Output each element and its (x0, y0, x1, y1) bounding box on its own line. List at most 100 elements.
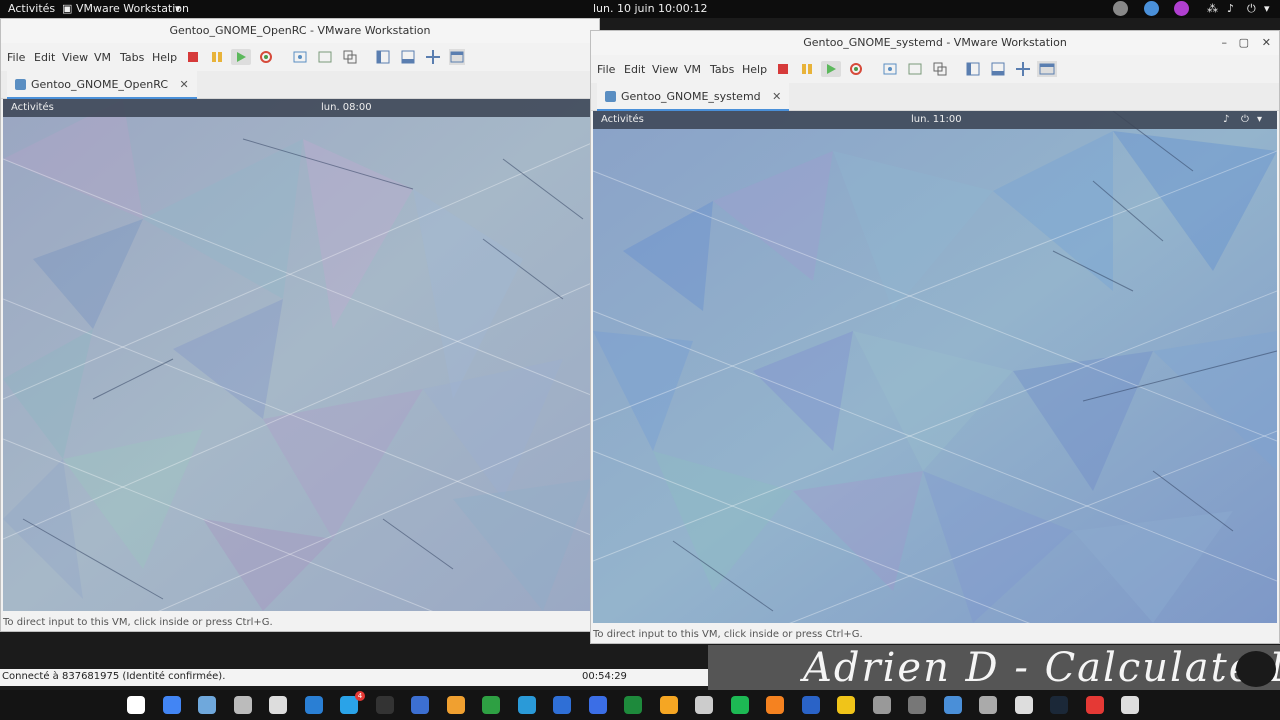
writer-icon[interactable] (553, 696, 571, 714)
guest-activities-button[interactable]: Activités (11, 102, 54, 113)
clock[interactable]: lun. 10 juin 10:00:12 (593, 2, 707, 15)
app-grid-icon[interactable] (1121, 696, 1139, 714)
power-icon[interactable]: ⏻ (1241, 114, 1249, 125)
media-icon[interactable] (872, 696, 891, 714)
document-icon[interactable] (588, 696, 607, 714)
power-off-icon[interactable] (775, 61, 791, 77)
maximize-button[interactable]: ▢ (1239, 31, 1249, 55)
menu-file[interactable]: File (7, 51, 25, 64)
chevron-down-icon[interactable]: ▾ (175, 2, 181, 15)
chevron-down-icon[interactable]: ▾ (1264, 2, 1270, 15)
tab-bar: Gentoo_GNOME_systemd ✕ (591, 83, 1279, 111)
menu-view[interactable]: View (652, 63, 678, 76)
menu-tabs[interactable]: Tabs (120, 51, 144, 64)
archive-icon[interactable] (659, 696, 678, 714)
snapshot-manager-icon[interactable] (932, 61, 948, 77)
network-icon[interactable]: ⁂ (1207, 2, 1218, 15)
connection-status: Connecté à 837681975 (Identité confirmée… (2, 671, 226, 682)
reset-icon[interactable] (848, 61, 864, 77)
monitor-icon[interactable] (482, 696, 500, 714)
volume-icon[interactable]: ♪ (1223, 114, 1229, 125)
guest-display[interactable]: Activités lun. 11:00 ♪ ⏻ ▾ (593, 111, 1277, 623)
close-button[interactable]: ✕ (1262, 31, 1271, 55)
guest-top-panel: Activités lun. 11:00 ♪ ⏻ ▾ (593, 111, 1277, 129)
podcast-icon[interactable] (801, 696, 820, 714)
tab-label: Gentoo_GNOME_systemd (621, 90, 761, 103)
pause-icon[interactable] (209, 49, 225, 65)
menu-edit[interactable]: Edit (34, 51, 55, 64)
session-timer: 00:54:29 (582, 671, 627, 682)
thumbnail-bar-icon[interactable] (990, 61, 1006, 77)
chrome-icon[interactable] (162, 696, 181, 714)
chevron-down-icon[interactable]: ▾ (1257, 114, 1262, 125)
obs-icon[interactable] (1014, 696, 1033, 714)
notes-icon[interactable] (446, 696, 465, 714)
menu-help[interactable]: Help (742, 63, 767, 76)
reset-icon[interactable] (258, 49, 274, 65)
calc-icon[interactable] (624, 696, 642, 714)
network-icon[interactable] (979, 696, 997, 714)
dock: 4 (0, 690, 1280, 720)
menu-edit[interactable]: Edit (624, 63, 645, 76)
spotify-icon[interactable] (730, 696, 749, 714)
files-icon[interactable] (304, 696, 323, 714)
revert-snapshot-icon[interactable] (317, 49, 333, 65)
play-icon[interactable] (231, 49, 251, 65)
snapshot-manager-icon[interactable] (342, 49, 358, 65)
activities-button[interactable]: Activités (8, 2, 55, 15)
vmware-icon[interactable] (517, 696, 536, 714)
guest-clock[interactable]: lun. 11:00 (911, 114, 962, 125)
power-off-icon[interactable] (185, 49, 201, 65)
sidebar-icon[interactable] (375, 49, 391, 65)
snapshot-icon[interactable] (882, 61, 898, 77)
menu-vm[interactable]: VM (684, 63, 701, 76)
app2-tray-icon[interactable] (1174, 1, 1189, 16)
menu-help[interactable]: Help (152, 51, 177, 64)
app-menu-button[interactable]: VMware Workstation (76, 2, 189, 15)
power-icon[interactable]: ⏻ (1247, 2, 1256, 16)
pause-icon[interactable] (799, 61, 815, 77)
fish-icon[interactable] (766, 696, 784, 714)
guest-display[interactable]: Activités lun. 08:00 (3, 99, 601, 611)
minimize-button[interactable]: – (1222, 31, 1228, 55)
menu-view[interactable]: View (62, 51, 88, 64)
guest-activities-button[interactable]: Activités (601, 114, 644, 125)
settings-icon[interactable] (695, 696, 713, 714)
steam-tray-icon[interactable] (1113, 1, 1128, 16)
close-icon[interactable]: ✕ (180, 78, 189, 91)
vm-icon[interactable] (908, 696, 926, 714)
home-icon[interactable] (269, 696, 287, 714)
vivaldi-icon[interactable] (127, 696, 145, 714)
guest-wallpaper (3, 99, 601, 611)
menu-vm[interactable]: VM (94, 51, 111, 64)
calculator-icon[interactable] (411, 696, 429, 714)
signature-banner: Adrien D - Calculate Linux (708, 645, 1280, 690)
play-icon[interactable] (821, 61, 841, 77)
menu-tabs[interactable]: Tabs (710, 63, 734, 76)
app-tray-icon[interactable] (1144, 1, 1159, 16)
unity-icon[interactable] (1037, 61, 1057, 77)
unity-icon[interactable] (449, 49, 465, 65)
terminal-icon[interactable] (375, 696, 394, 714)
tools-icon[interactable] (233, 696, 252, 714)
paint-icon[interactable] (837, 696, 855, 714)
fullscreen-icon[interactable] (425, 49, 441, 65)
browser-icon[interactable] (198, 696, 216, 714)
window-title-bar: Gentoo_GNOME_systemd - VMware Workstatio… (591, 31, 1279, 55)
tab-gentoo-openrc[interactable]: Gentoo_GNOME_OpenRC ✕ (7, 71, 197, 99)
deluge-icon[interactable] (943, 696, 962, 714)
thumbnail-bar-icon[interactable] (400, 49, 416, 65)
revert-snapshot-icon[interactable] (907, 61, 923, 77)
fullscreen-icon[interactable] (1015, 61, 1031, 77)
sidebar-icon[interactable] (965, 61, 981, 77)
close-icon[interactable]: ✕ (772, 90, 781, 103)
vm-icon (15, 79, 26, 90)
steam-icon[interactable] (1050, 696, 1068, 714)
guest-wallpaper (593, 111, 1277, 623)
menu-file[interactable]: File (597, 63, 615, 76)
snapshot-icon[interactable] (292, 49, 308, 65)
tab-gentoo-systemd[interactable]: Gentoo_GNOME_systemd ✕ (597, 83, 790, 111)
guest-clock[interactable]: lun. 08:00 (321, 102, 372, 113)
volume-icon[interactable]: ♪ (1227, 2, 1234, 15)
anydesk-icon[interactable] (1085, 696, 1104, 714)
